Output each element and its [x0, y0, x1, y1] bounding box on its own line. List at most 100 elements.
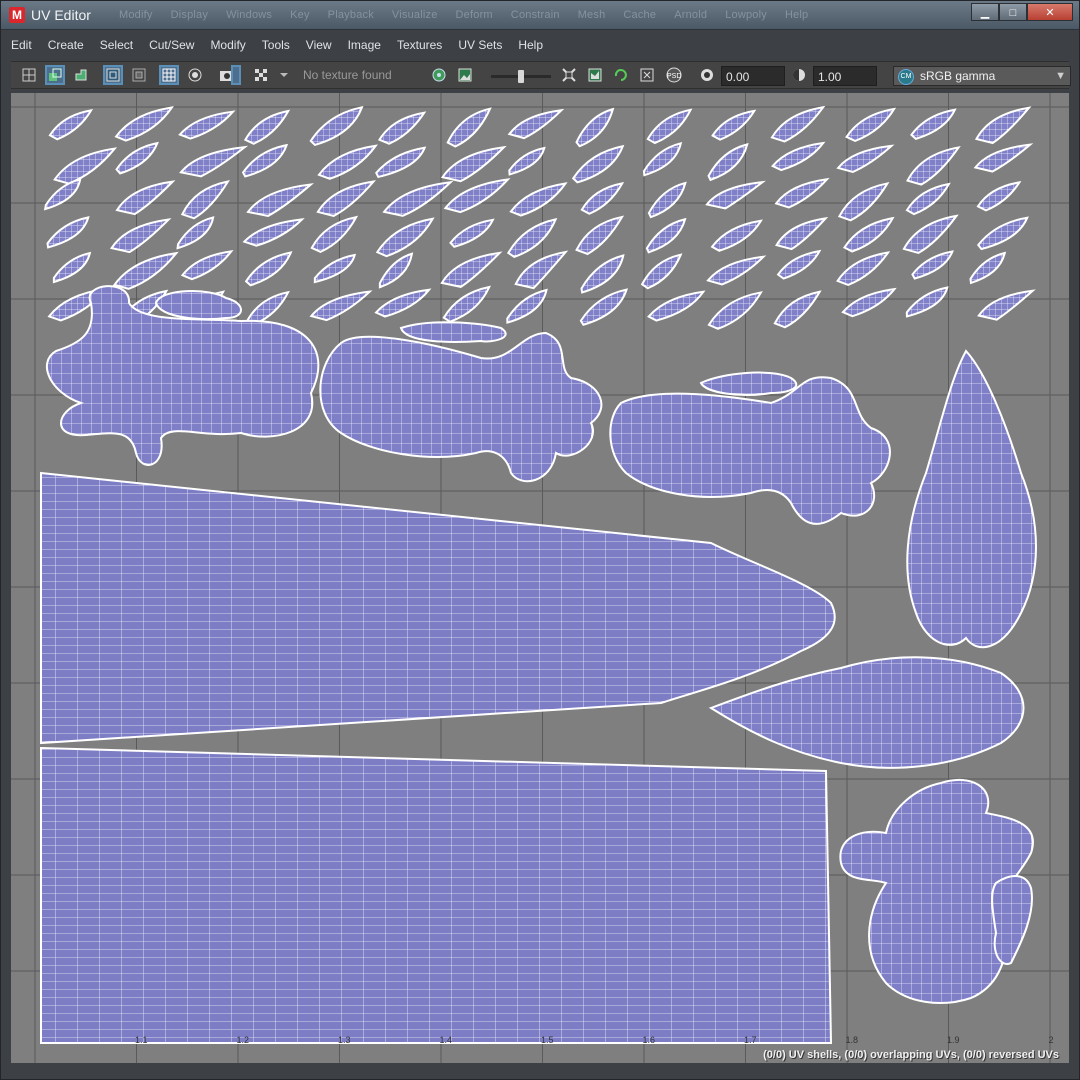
- menu-modify[interactable]: Modify: [210, 35, 245, 55]
- leaf-uv-shell[interactable]: [246, 290, 290, 326]
- leaf-uv-shell[interactable]: [575, 107, 615, 148]
- leaf-uv-shell[interactable]: [440, 251, 503, 288]
- leaf-uv-shell[interactable]: [180, 180, 230, 220]
- leaf-uv-shell[interactable]: [443, 178, 511, 214]
- slider-handle[interactable]: [518, 70, 524, 83]
- leaf-uv-shell[interactable]: [508, 146, 546, 176]
- close-icon[interactable]: ✕: [1027, 3, 1073, 21]
- leaf-uv-shell[interactable]: [243, 109, 291, 145]
- leaf-uv-shell[interactable]: [776, 249, 822, 280]
- exposure-icon[interactable]: [699, 67, 715, 83]
- leaf-uv-shell[interactable]: [911, 250, 954, 280]
- leaf-uv-shell[interactable]: [571, 144, 625, 184]
- leaf-uv-shell[interactable]: [309, 290, 373, 322]
- psd-icon[interactable]: PSD: [663, 67, 685, 83]
- leaf-uv-shell[interactable]: [178, 110, 236, 140]
- leaf-uv-shell[interactable]: [176, 216, 215, 250]
- texture-borders-icon[interactable]: [73, 67, 89, 83]
- pixel-snap-icon[interactable]: [159, 65, 179, 85]
- brightness-slider[interactable]: [491, 70, 551, 83]
- leaf-uv-shell[interactable]: [514, 250, 569, 290]
- stamen-uv-shell[interactable]: [991, 875, 1033, 965]
- leaf-uv-shell[interactable]: [836, 251, 891, 287]
- leaf-uv-shell[interactable]: [976, 216, 1029, 251]
- menu-textures[interactable]: Textures: [397, 35, 442, 55]
- flower-uv-shell[interactable]: [609, 376, 891, 525]
- maximize-icon[interactable]: □: [999, 3, 1027, 21]
- leaf-uv-shell[interactable]: [640, 253, 683, 290]
- uv-viewport[interactable]: 1.1 1.2 1.3 1.4 1.5 1.6 1.7 1.8 1.9 2 (0/0) UV sh…: [11, 93, 1069, 1063]
- snapshot-icon[interactable]: [587, 67, 603, 83]
- display-image-icon[interactable]: [431, 67, 447, 83]
- leaf-uv-shell[interactable]: [507, 217, 558, 259]
- leaf-uv-shell[interactable]: [309, 105, 364, 147]
- leaf-uv-shell[interactable]: [440, 145, 507, 183]
- leaf-uv-shell[interactable]: [580, 181, 625, 215]
- leaf-uv-shell[interactable]: [647, 181, 687, 219]
- stamen-uv-shell[interactable]: [699, 371, 798, 396]
- leaf-uv-shell[interactable]: [442, 285, 491, 323]
- leaf-uv-shell[interactable]: [377, 111, 427, 145]
- leaf-uv-shell[interactable]: [109, 218, 172, 254]
- leaf-uv-shell[interactable]: [179, 145, 249, 178]
- leaf-uv-shell[interactable]: [707, 291, 763, 330]
- menu-cut-sew[interactable]: Cut/Sew: [149, 35, 194, 55]
- leaf-uv-shell[interactable]: [313, 253, 357, 284]
- image-icon[interactable]: [457, 67, 473, 83]
- texel-icon[interactable]: [639, 67, 655, 83]
- stem-uv-shell[interactable]: [40, 746, 833, 1044]
- menu-tools[interactable]: Tools: [262, 35, 290, 55]
- leaf-uv-shell[interactable]: [845, 107, 897, 142]
- isolate-icon[interactable]: [561, 67, 577, 83]
- filter-icon[interactable]: [187, 67, 203, 83]
- leaf-uv-shell[interactable]: [378, 252, 414, 289]
- menu-create[interactable]: Create: [48, 35, 84, 55]
- leaf-uv-shell[interactable]: [707, 142, 749, 182]
- leaf-uv-shell[interactable]: [246, 183, 315, 217]
- menu-uv-sets[interactable]: UV Sets: [458, 35, 502, 55]
- leaf-uv-shell[interactable]: [449, 218, 495, 248]
- leaf-uv-shell[interactable]: [770, 105, 826, 143]
- rotate-icon[interactable]: [613, 67, 629, 83]
- capture-options-icon[interactable]: [231, 65, 241, 85]
- leaf-uv-shell[interactable]: [317, 144, 378, 180]
- leaf-uv-shell[interactable]: [43, 178, 82, 211]
- leaf-uv-shell[interactable]: [905, 182, 951, 216]
- leaf-uv-shell[interactable]: [374, 288, 432, 318]
- leaf-uv-shell[interactable]: [48, 109, 94, 141]
- minimize-icon[interactable]: ▁: [971, 3, 999, 21]
- leaf-uv-shell[interactable]: [53, 147, 118, 185]
- leaf-uv-shell[interactable]: [905, 286, 949, 318]
- menu-select[interactable]: Select: [100, 35, 133, 55]
- checker-icon[interactable]: [253, 67, 269, 83]
- leaf-uv-shell[interactable]: [645, 217, 687, 254]
- uv-shells[interactable]: [40, 105, 1037, 1044]
- menu-view[interactable]: View: [306, 35, 332, 55]
- grid-icon[interactable]: [21, 67, 37, 83]
- leaf-uv-shell[interactable]: [506, 288, 548, 324]
- leaf-uv-shell[interactable]: [842, 216, 895, 253]
- petal-uv-shell[interactable]: [708, 656, 1025, 769]
- stem-uv-shell[interactable]: [40, 471, 836, 745]
- shaded-uv-icon[interactable]: [45, 65, 65, 85]
- leaf-uv-shell[interactable]: [706, 255, 767, 286]
- leaf-uv-shell[interactable]: [647, 290, 706, 322]
- leaf-uv-shell[interactable]: [711, 109, 757, 141]
- leaf-uv-shell[interactable]: [836, 144, 895, 174]
- leaf-uv-shell[interactable]: [771, 141, 826, 172]
- leaf-uv-shell[interactable]: [180, 249, 234, 281]
- leaf-uv-shell[interactable]: [310, 215, 359, 253]
- leaf-uv-shell[interactable]: [974, 106, 1032, 145]
- leaf-uv-shell[interactable]: [775, 217, 829, 251]
- uv-layout-icon[interactable]: [103, 65, 123, 85]
- leaf-uv-shell[interactable]: [646, 108, 693, 145]
- leaf-uv-shell[interactable]: [841, 287, 897, 318]
- gamma-field[interactable]: 1.00: [813, 66, 877, 86]
- leaf-uv-shell[interactable]: [976, 181, 1022, 212]
- leaf-uv-shell[interactable]: [46, 216, 90, 249]
- leaf-uv-shell[interactable]: [642, 141, 683, 177]
- leaf-uv-shell[interactable]: [575, 215, 625, 256]
- stamen-uv-shell[interactable]: [154, 290, 242, 321]
- leaf-uv-shell[interactable]: [969, 251, 1007, 285]
- leaf-uv-shell[interactable]: [114, 106, 174, 142]
